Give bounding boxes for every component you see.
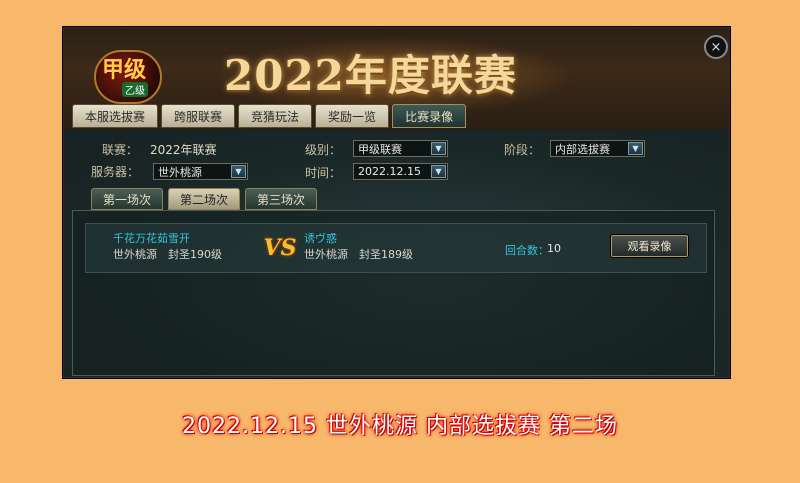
stage-select[interactable]: 内部选拔赛 ▼ — [550, 140, 645, 157]
content-area: 联赛： 2022年联赛 级别： 甲级联赛 ▼ 阶段： 内部选拔赛 ▼ 服务器： … — [64, 130, 729, 377]
chevron-down-icon[interactable]: ▼ — [628, 142, 643, 155]
server-label: 服务器： — [91, 165, 140, 179]
league-value: 2022年联赛 — [150, 143, 217, 157]
video-caption: 2022.12.15 世外桃源 内部选拔赛 第二场 — [182, 414, 618, 439]
time-select-value: 2022.12.15 — [358, 165, 421, 178]
match-row: 千花万花茹雪开 世外桃源 封圣190级 VS 诱ヴ惑 世外桃源 封圣189级 回… — [85, 223, 707, 273]
level-label: 级别： — [305, 143, 342, 157]
tab-cross-server-league[interactable]: 跨服联赛 — [161, 104, 236, 128]
player2-server: 世外桃源 — [304, 248, 348, 261]
rounds-label: 回合数： — [505, 244, 549, 257]
watch-replay-button[interactable]: 观看录像 — [611, 235, 688, 257]
player1-server: 世外桃源 — [113, 248, 157, 261]
time-label: 时间： — [305, 166, 342, 180]
tab-round-1[interactable]: 第一场次 — [91, 188, 164, 210]
tab-rewards[interactable]: 奖励一览 — [315, 104, 390, 128]
player1-rank: 封圣190级 — [168, 248, 222, 261]
server-select-value: 世外桃源 — [158, 165, 202, 179]
stage-label: 阶段： — [504, 143, 541, 157]
tab-local-selection[interactable]: 本服选拔赛 — [72, 104, 159, 128]
chevron-down-icon[interactable]: ▼ — [431, 165, 446, 178]
vs-icon: VS — [263, 235, 297, 261]
player2-rank: 封圣189级 — [359, 248, 413, 261]
tab-round-3[interactable]: 第三场次 — [245, 188, 318, 210]
tab-round-2[interactable]: 第二场次 — [168, 188, 241, 210]
chevron-down-icon[interactable]: ▼ — [431, 142, 446, 155]
banner-title: 2022年度联赛 — [224, 51, 517, 100]
level-select-value: 甲级联赛 — [358, 142, 402, 156]
match-list-panel: 千花万花茹雪开 世外桃源 封圣190级 VS 诱ヴ惑 世外桃源 封圣189级 回… — [72, 210, 715, 376]
server-select[interactable]: 世外桃源 ▼ — [153, 163, 248, 180]
player2-name: 诱ヴ惑 — [304, 232, 337, 245]
round-tab-bar: 第一场次 第二场次 第三场次 — [91, 188, 318, 210]
tab-match-replay[interactable]: 比赛录像 — [392, 104, 467, 128]
league-window: 甲级 乙级 2022年度联赛 × 本服选拔赛 跨服联赛 竞猜玩法 奖励一览 比赛… — [63, 27, 730, 378]
level-select[interactable]: 甲级联赛 ▼ — [353, 140, 448, 157]
banner: 甲级 乙级 2022年度联赛 × 本服选拔赛 跨服联赛 竞猜玩法 奖励一览 比赛… — [64, 28, 729, 130]
player1-name: 千花万花茹雪开 — [113, 232, 190, 245]
league-label: 联赛： — [102, 143, 139, 157]
league-logo-subtext: 乙级 — [122, 82, 148, 97]
league-logo-text: 甲级 — [102, 57, 147, 83]
chevron-down-icon[interactable]: ▼ — [231, 165, 246, 178]
time-select[interactable]: 2022.12.15 ▼ — [353, 163, 448, 180]
tab-betting[interactable]: 竞猜玩法 — [238, 104, 313, 128]
main-tab-bar: 本服选拔赛 跨服联赛 竞猜玩法 奖励一览 比赛录像 — [72, 104, 467, 128]
rounds-value: 10 — [547, 242, 561, 255]
close-button[interactable]: × — [704, 35, 728, 59]
stage-select-value: 内部选拔赛 — [555, 142, 610, 156]
